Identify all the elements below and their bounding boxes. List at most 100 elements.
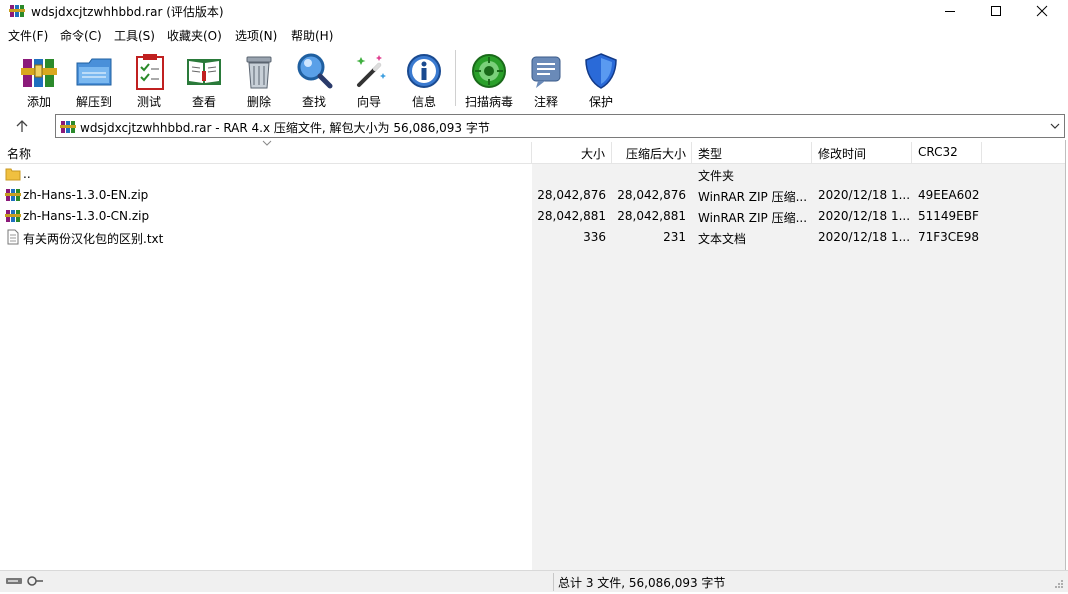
add-label: 添加 [26, 95, 51, 109]
file-packed-size: 231 [663, 230, 686, 244]
info-label: 信息 [411, 95, 436, 109]
drive-key-icon [6, 576, 43, 586]
file-name: .. [23, 167, 31, 181]
info-icon [407, 54, 441, 88]
status-bar: 总计 3 文件, 56,086,093 字节 [0, 570, 1068, 592]
extract-to-button[interactable]: 解压到 [66, 49, 122, 109]
find-label: 查找 [301, 95, 326, 109]
info-button[interactable]: 信息 [396, 49, 452, 109]
add-archive-icon [21, 59, 57, 87]
minimize-button[interactable] [927, 0, 973, 22]
address-text: wdsjdxcjtzwhhbbd.rar - RAR 4.x 压缩文件, 解包大… [80, 121, 490, 135]
menu-options[interactable]: 选项(N) [235, 27, 277, 44]
extract-to-label: 解压到 [75, 95, 112, 109]
file-list: 名称 大小 压缩后大小 类型 修改时间 CRC32 .. 文件夹 zh-Hans… [0, 140, 1065, 570]
list-right-border [1065, 140, 1066, 570]
folder-icon [5, 168, 21, 181]
file-modified: 2020/12/18 1... [818, 188, 910, 202]
close-icon [1036, 5, 1048, 17]
file-packed-size: 28,042,876 [617, 188, 686, 202]
file-modified: 2020/12/18 1... [818, 230, 910, 244]
file-crc: 71F3CE98 [918, 230, 980, 244]
zip-archive-icon [5, 210, 21, 222]
toolbar: 添加 解压到 测试 查看 删除 查找 向导 信息 扫描病毒 注释 保护 [0, 45, 1068, 110]
file-type: 文本文档 [698, 232, 747, 246]
column-size-label: 大小 [580, 147, 605, 161]
comment-button[interactable]: 注释 [518, 49, 574, 109]
file-modified: 2020/12/18 1... [818, 209, 910, 223]
menu-commands[interactable]: 命令(C) [60, 27, 102, 44]
test-icon [136, 54, 164, 90]
address-bar[interactable]: wdsjdxcjtzwhhbbd.rar - RAR 4.x 压缩文件, 解包大… [55, 114, 1065, 138]
column-size[interactable]: 大小 [532, 142, 612, 164]
column-modified[interactable]: 修改时间 [812, 142, 912, 164]
virus-scan-icon [472, 54, 506, 88]
file-type: WinRAR ZIP 压缩... [698, 190, 808, 204]
column-modified-label: 修改时间 [818, 147, 867, 161]
status-text: 总计 3 文件, 56,086,093 字节 [558, 576, 726, 590]
delete-label: 删除 [246, 95, 271, 109]
table-row[interactable]: zh-Hans-1.3.0-EN.zip 28,042,876 28,042,8… [0, 185, 1065, 206]
winrar-app-icon [9, 5, 25, 17]
chevron-down-icon[interactable] [1050, 121, 1060, 131]
file-name: zh-Hans-1.3.0-EN.zip [23, 188, 149, 202]
maximize-button[interactable] [973, 0, 1019, 22]
column-packed-label: 压缩后大小 [625, 147, 686, 161]
view-button[interactable]: 查看 [176, 49, 232, 109]
comment-icon [531, 56, 561, 88]
find-button[interactable]: 查找 [286, 49, 342, 109]
minimize-icon [945, 11, 955, 12]
wizard-button[interactable]: 向导 [341, 49, 397, 109]
file-size: 28,042,881 [537, 209, 606, 223]
column-crc[interactable]: CRC32 [912, 142, 982, 164]
scan-virus-button[interactable]: 扫描病毒 [461, 49, 517, 109]
menu-bar: 文件(F) 命令(C) 工具(S) 收藏夹(O) 选项(N) 帮助(H) [0, 25, 1068, 45]
title-bar: wdsjdxcjtzwhhbbd.rar (评估版本) [0, 0, 1068, 22]
shield-icon [585, 53, 617, 89]
column-name[interactable]: 名称 [0, 140, 532, 164]
column-packed[interactable]: 压缩后大小 [612, 142, 692, 164]
protect-label: 保护 [588, 95, 613, 109]
wizard-label: 向导 [356, 95, 381, 109]
view-book-icon [187, 59, 221, 85]
trash-icon [246, 56, 272, 89]
extract-icon [76, 58, 112, 86]
menu-favorites[interactable]: 收藏夹(O) [167, 27, 222, 44]
comment-label: 注释 [533, 95, 558, 109]
menu-help[interactable]: 帮助(H) [291, 27, 333, 44]
close-button[interactable] [1019, 0, 1065, 22]
window-title: wdsjdxcjtzwhhbbd.rar (评估版本) [31, 5, 224, 19]
test-button[interactable]: 测试 [121, 49, 177, 109]
menu-tools[interactable]: 工具(S) [114, 27, 155, 44]
scan-virus-label: 扫描病毒 [464, 95, 513, 109]
table-row[interactable]: zh-Hans-1.3.0-CN.zip 28,042,881 28,042,8… [0, 206, 1065, 227]
protect-button[interactable]: 保护 [573, 49, 629, 109]
column-type[interactable]: 类型 [692, 142, 812, 164]
file-crc: 49EEA602 [918, 188, 980, 202]
file-crc: 51149EBF [918, 209, 979, 223]
file-size: 28,042,876 [537, 188, 606, 202]
file-packed-size: 28,042,881 [617, 209, 686, 223]
file-type: WinRAR ZIP 压缩... [698, 211, 808, 225]
delete-button[interactable]: 删除 [231, 49, 287, 109]
rar-file-icon [60, 121, 76, 133]
file-type: 文件夹 [698, 169, 735, 183]
resize-grip-icon[interactable] [1054, 579, 1064, 589]
wizard-wand-icon [356, 55, 386, 87]
table-row[interactable]: .. 文件夹 [0, 164, 1065, 185]
column-crc-label: CRC32 [918, 145, 958, 159]
text-file-icon [7, 229, 19, 245]
file-name: zh-Hans-1.3.0-CN.zip [23, 209, 150, 223]
column-name-label: 名称 [7, 147, 32, 161]
magnifier-icon [297, 53, 333, 89]
sort-arrow-icon [262, 140, 272, 146]
list-header: 名称 大小 压缩后大小 类型 修改时间 CRC32 [0, 140, 1065, 164]
address-row: wdsjdxcjtzwhhbbd.rar - RAR 4.x 压缩文件, 解包大… [0, 112, 1068, 140]
up-arrow-icon[interactable] [12, 118, 32, 134]
test-label: 测试 [136, 95, 161, 109]
menu-file[interactable]: 文件(F) [8, 27, 48, 44]
add-button[interactable]: 添加 [11, 49, 67, 109]
table-row[interactable]: 有关两份汉化包的区别.txt 336 231 文本文档 2020/12/18 1… [0, 227, 1065, 248]
zip-archive-icon [5, 189, 21, 201]
column-type-label: 类型 [698, 147, 723, 161]
